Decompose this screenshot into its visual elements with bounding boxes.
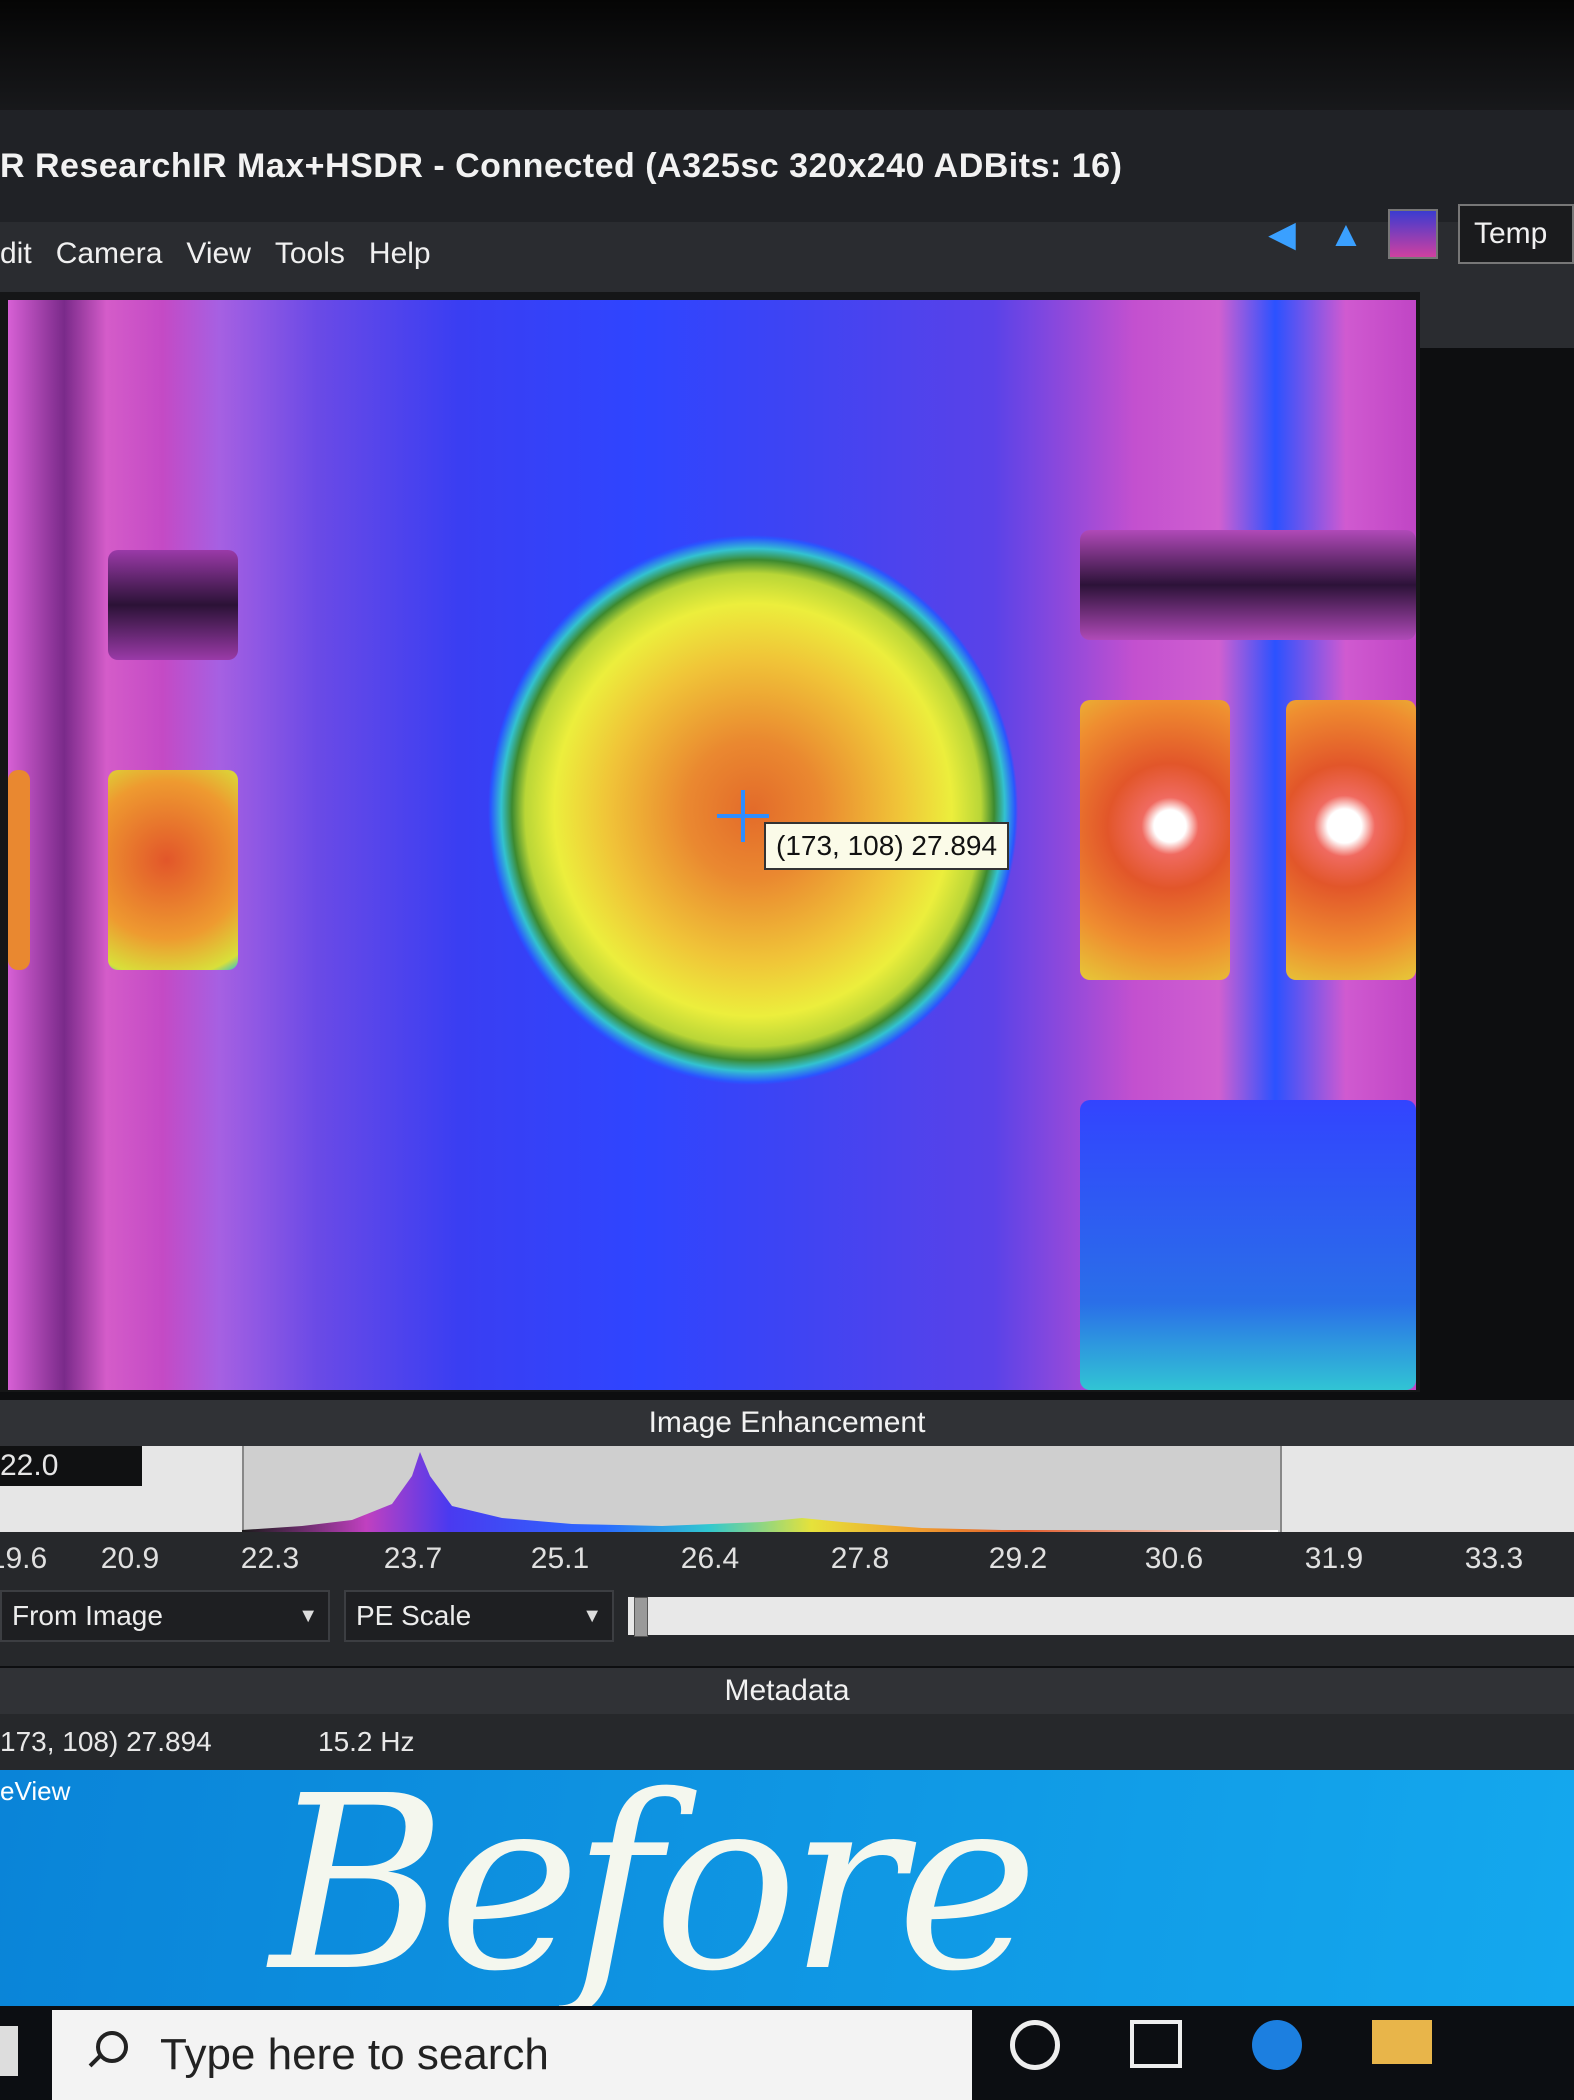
range-mode-value: From Image	[12, 1600, 163, 1631]
menu-camera[interactable]: Camera	[56, 237, 163, 271]
file-explorer-icon[interactable]	[1372, 2020, 1432, 2064]
scale-mode-value: PE Scale	[356, 1600, 472, 1631]
metadata-header: Metadata	[0, 1668, 1574, 1714]
search-icon	[80, 2025, 140, 2085]
right-dark-band	[1080, 530, 1416, 640]
tick-label: 23.7	[383, 1542, 443, 1575]
thermal-image[interactable]	[8, 300, 1416, 1390]
right-lower-blue	[1080, 1100, 1416, 1390]
tick-label: 19.6	[0, 1542, 48, 1575]
enhancement-slider[interactable]	[628, 1597, 1574, 1637]
slider-handle[interactable]	[634, 1597, 648, 1637]
menu-view[interactable]: View	[186, 237, 250, 271]
enhancement-controls: From Image ▼ PE Scale ▼	[0, 1586, 1574, 1646]
tick-label: 29.2	[988, 1542, 1048, 1575]
tick-label: 27.8	[830, 1542, 890, 1575]
left-edge-hot-block	[8, 770, 30, 970]
left-hot-block	[108, 770, 238, 970]
desktop-background: eView Before	[0, 1764, 1574, 2010]
task-view-icon[interactable]	[1130, 2020, 1182, 2068]
scale-ticks: 19.6 20.9 22.3 23.7 25.1 26.4 27.8 29.2 …	[0, 1542, 1574, 1582]
tick-label: 30.6	[1144, 1542, 1204, 1575]
histogram	[242, 1452, 1278, 1532]
search-placeholder: Type here to search	[160, 2030, 549, 2079]
tick-label: 20.9	[100, 1542, 160, 1575]
crosshair-cursor	[717, 790, 769, 842]
temp-unit-select[interactable]: Temp	[1458, 204, 1574, 264]
level-value: 22.0	[0, 1449, 59, 1482]
menu-edit[interactable]: dit	[0, 237, 32, 271]
metadata-title: Metadata	[724, 1674, 850, 1707]
menu-tools[interactable]: Tools	[275, 237, 345, 271]
right-hot-block-2	[1286, 700, 1416, 980]
image-enhancement-title: Image Enhancement	[648, 1406, 926, 1439]
chevron-down-icon: ▼	[582, 1604, 602, 1627]
palette-icon[interactable]	[1388, 209, 1438, 259]
mirror-icon[interactable]: ▲	[1324, 212, 1368, 256]
taskbar: Type here to search	[0, 2006, 1574, 2100]
cortana-icon[interactable]	[1010, 2020, 1060, 2070]
menu-help[interactable]: Help	[369, 237, 431, 271]
image-enhancement-header: Image Enhancement	[0, 1400, 1574, 1446]
left-dark-band	[108, 550, 238, 660]
level-value-box[interactable]: 22.0	[0, 1446, 142, 1486]
range-mode-select[interactable]: From Image ▼	[0, 1590, 330, 1642]
chevron-down-icon: ▼	[298, 1604, 318, 1627]
tick-label: 26.4	[680, 1542, 740, 1575]
taskbar-search[interactable]: Type here to search	[52, 2010, 972, 2100]
window-title: R ResearchIR Max+HSDR - Connected (A325s…	[0, 146, 1123, 185]
edge-browser-icon[interactable]	[1252, 2020, 1302, 2070]
pixel-value-tooltip: (173, 108) 27.894	[764, 822, 1010, 870]
handwritten-annotation: Before	[270, 1744, 1038, 2024]
right-toolbar: ◀ ▲ Temp	[1260, 198, 1574, 270]
windows-start-icon[interactable]	[0, 2026, 18, 2076]
tick-label: 25.1	[530, 1542, 590, 1575]
tick-label: 31.9	[1304, 1542, 1364, 1575]
scale-mode-select[interactable]: PE Scale ▼	[344, 1590, 614, 1642]
tick-label: 33.3	[1464, 1542, 1524, 1575]
window-label: eView	[0, 1776, 71, 1806]
tick-label: 22.3	[240, 1542, 300, 1575]
taskbar-icons	[1010, 2020, 1432, 2070]
histogram-curve	[242, 1452, 1278, 1532]
right-hot-block-1	[1080, 700, 1230, 980]
flip-horizontal-icon[interactable]: ◀	[1260, 212, 1304, 256]
image-enhancement-panel: 22.0 19.6 20.9 22.3 23.7 25.1 26.4 27.8 …	[0, 1446, 1574, 1666]
